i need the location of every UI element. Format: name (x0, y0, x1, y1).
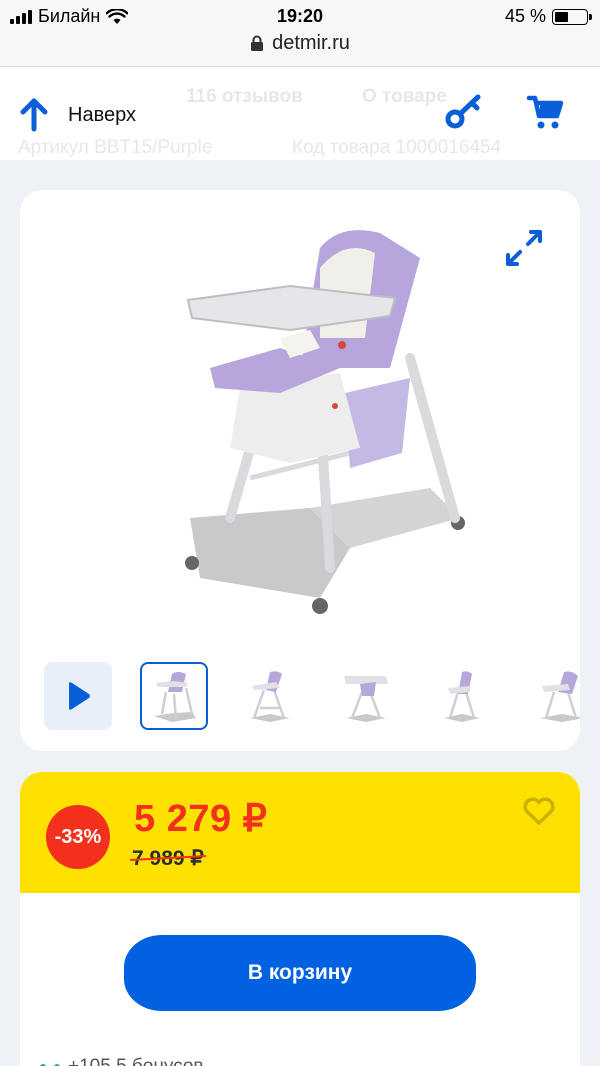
gallery-thumb-4[interactable] (428, 662, 496, 730)
arrow-up-icon (20, 98, 48, 132)
purchase-card: -33% 5 279 ₽ 7 989 ₽ В корзину +105,5 бо… (20, 772, 580, 1066)
bonus-text: +105,5 бонусов (68, 1056, 204, 1066)
thumb-image (344, 676, 388, 722)
gallery-thumb-3[interactable] (332, 662, 400, 730)
product-gallery (20, 190, 580, 751)
thumb-image (444, 671, 480, 722)
product-image-highchair[interactable] (170, 218, 490, 638)
address-bar[interactable]: detmir.ru (0, 32, 600, 55)
ghost-reviews: 116 отзывов (186, 86, 303, 107)
key-icon[interactable] (444, 91, 484, 131)
gallery-thumb-5[interactable] (524, 662, 580, 730)
current-price: 5 279 ₽ (134, 798, 268, 840)
cart-icon[interactable] (526, 93, 566, 131)
ghost-article: Артикул BBT15/Purple (18, 137, 213, 158)
url-text: detmir.ru (272, 32, 350, 54)
old-price: 7 989 ₽ (132, 847, 204, 870)
ghost-code: Код товара 1000016454 (292, 137, 502, 158)
status-bar: Билайн 19:20 45 % detmir.ru (0, 0, 600, 67)
price-band: -33% 5 279 ₽ 7 989 ₽ (20, 772, 580, 893)
sticky-header: 116 отзывов О товаре Артикул BBT15/Purpl… (0, 67, 600, 160)
ghost-about: О товаре (362, 86, 447, 107)
play-icon (69, 682, 90, 710)
add-to-cart-button[interactable]: В корзину (124, 935, 476, 1011)
gallery-thumb-2[interactable] (236, 662, 304, 730)
fullscreen-icon[interactable] (504, 228, 544, 268)
thumb-image (540, 671, 580, 722)
video-thumb[interactable] (44, 662, 112, 730)
battery-percent: 45 % (504, 6, 546, 26)
gallery-thumb-1[interactable] (140, 662, 208, 730)
scroll-top-button[interactable]: Наверх (18, 97, 136, 133)
scroll-top-label: Наверх (68, 103, 136, 126)
bonus-info: +105,5 бонусов (40, 1056, 204, 1066)
discount-badge: -33% (46, 805, 110, 869)
favorite-heart-icon[interactable] (522, 796, 556, 826)
battery-icon (552, 8, 592, 25)
thumb-image (250, 671, 290, 722)
thumb-image (154, 672, 196, 722)
status-right: 45 % (504, 6, 592, 27)
thumbnail-strip (44, 662, 580, 730)
lock-icon (251, 35, 264, 51)
